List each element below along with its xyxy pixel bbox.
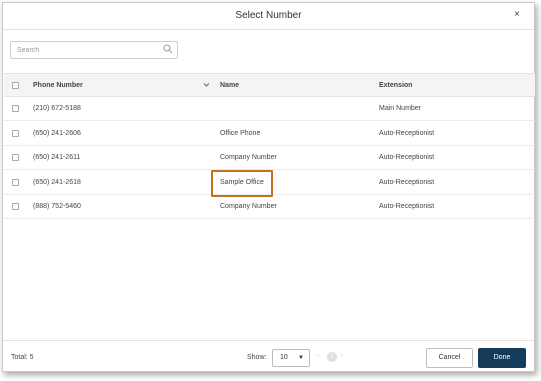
extension-cell: Auto-Receptionist	[379, 129, 435, 137]
close-icon[interactable]: ×	[514, 9, 520, 20]
page-size-select[interactable]: 10 ▼	[272, 349, 310, 367]
table-header: Phone Number Name Extension	[4, 73, 535, 97]
extension-cell: Auto-Receptionist	[379, 154, 435, 161]
select-number-dialog: Select Number × Phone Number Name Extens…	[2, 2, 535, 372]
row-checkbox[interactable]	[12, 105, 19, 112]
phone-number-cell: (650) 241-2611	[33, 154, 81, 161]
cancel-button[interactable]: Cancel	[426, 348, 473, 368]
row-checkbox[interactable]	[12, 178, 19, 186]
dropdown-caret-icon: ▼	[298, 355, 304, 361]
dialog-footer: Total: 5 Show: 10 ▼ ‹ 1 › Cancel Done	[3, 340, 534, 372]
show-label: Show:	[247, 354, 267, 361]
search-box	[10, 41, 178, 59]
table-row[interactable]: (650) 241-2611 Company Number Auto-Recepti…	[4, 146, 535, 170]
name-cell: Company Number	[220, 203, 277, 210]
column-header-extension: Extension	[379, 82, 413, 89]
extension-cell: Auto-Receptionist	[379, 203, 435, 210]
row-checkbox[interactable]	[12, 129, 19, 137]
prev-page-icon[interactable]: ‹	[317, 352, 319, 359]
current-page-indicator[interactable]: 1	[327, 352, 337, 362]
table-row[interactable]: (650) 241-2606 Office Phone Auto-Reception…	[4, 122, 535, 146]
phone-number-cell: (210) 672-5188	[33, 105, 81, 112]
dialog-header: Select Number ×	[3, 3, 534, 30]
column-header-phone[interactable]: Phone Number	[33, 82, 83, 89]
extension-cell: Auto-Receptionist	[379, 178, 435, 186]
sort-chevron-icon[interactable]	[203, 82, 210, 88]
search-input[interactable]	[17, 44, 157, 57]
phone-number-cell: (888) 752-5460	[33, 203, 81, 210]
table-row[interactable]: (210) 672-5188 Main Number	[4, 97, 535, 121]
page-size-value: 10	[280, 354, 288, 361]
total-count: Total: 5	[11, 354, 34, 361]
extension-cell: Main Number	[379, 105, 422, 112]
pagination: ‹ 1 ›	[317, 352, 347, 362]
table-row[interactable]: (888) 752-5460 Company Number Auto-Recepti…	[4, 195, 535, 219]
dialog-title: Select Number	[235, 10, 302, 21]
highlight-annotation	[211, 170, 273, 197]
phone-number-cell: (650) 241-2606	[33, 129, 81, 137]
name-cell: Company Number	[220, 154, 277, 161]
row-checkbox[interactable]	[12, 154, 19, 161]
column-header-name: Name	[220, 82, 240, 89]
name-cell: Office Phone	[220, 129, 261, 137]
next-page-icon[interactable]: ›	[341, 352, 343, 359]
search-icon[interactable]	[163, 44, 173, 54]
phone-number-cell: (650) 241-2618	[33, 178, 81, 186]
done-button[interactable]: Done	[478, 348, 526, 368]
row-checkbox[interactable]	[12, 203, 19, 210]
select-all-checkbox[interactable]	[12, 82, 19, 89]
